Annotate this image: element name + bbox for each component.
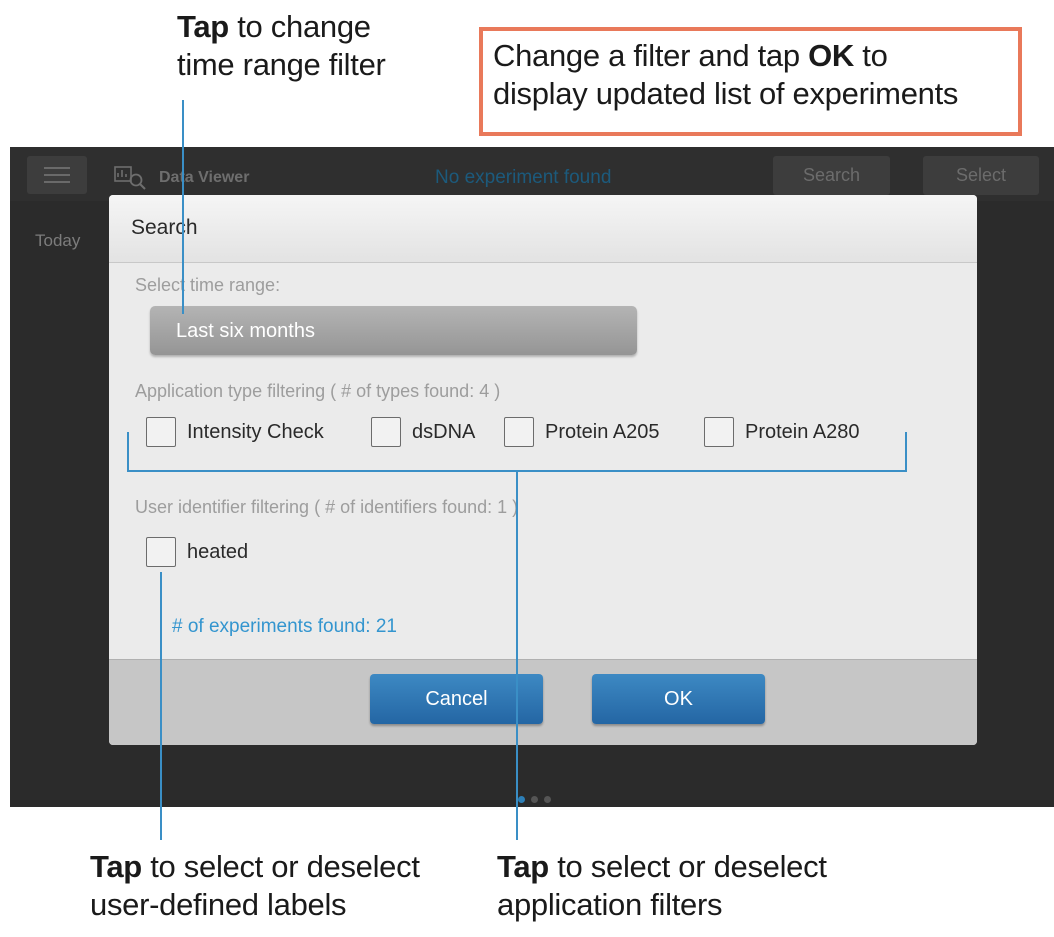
app-type-intensity-check[interactable]: Intensity Check (146, 417, 324, 447)
menu-icon (44, 167, 70, 169)
checkbox[interactable] (371, 417, 401, 447)
time-range-callout: Tap to change time range filter (177, 9, 386, 82)
time-range-leader-line (182, 100, 184, 314)
ok-callout-box: Change a filter and tap OK to display up… (479, 27, 1022, 136)
user-labels-callout: Tap to select or deselect user-defined l… (90, 849, 420, 922)
app-filter-leader-line (516, 470, 518, 840)
tablet-screen: Data Viewer No experiment found Search S… (10, 147, 1054, 807)
user-id-heated[interactable]: heated (146, 537, 248, 567)
checkbox[interactable] (504, 417, 534, 447)
user-filter-label: User identifier filtering ( # of identif… (135, 497, 519, 517)
today-label: Today (35, 231, 81, 250)
menu-button[interactable] (27, 156, 87, 194)
app-filters-callout: Tap to select or deselect application fi… (497, 849, 827, 922)
user-labels-leader-line (160, 572, 162, 840)
ok-callout-text: Change a filter and tap OK to display up… (493, 38, 959, 111)
select-button[interactable]: Select (923, 156, 1039, 195)
data-viewer-icon (114, 166, 146, 190)
ok-button[interactable]: OK (592, 674, 765, 724)
app-type-protein-a280[interactable]: Protein A280 (704, 417, 860, 447)
time-range-dropdown[interactable]: Last six months (150, 306, 637, 355)
dialog-title: Search (131, 216, 198, 239)
app-title: Data Viewer (159, 169, 250, 186)
dialog-footer: Cancel OK (109, 659, 977, 745)
experiments-found: # of experiments found: 21 (172, 616, 397, 637)
app-filter-bracket-left (127, 432, 129, 472)
checkbox[interactable] (146, 537, 176, 567)
page-indicator (518, 796, 551, 803)
app-type-protein-a205[interactable]: Protein A205 (504, 417, 660, 447)
app-type-dsdna[interactable]: dsDNA (371, 417, 475, 447)
time-range-value: Last six months (176, 320, 315, 342)
checkbox[interactable] (146, 417, 176, 447)
app-filter-bracket-right (905, 432, 907, 472)
dialog-header: Search (109, 195, 977, 263)
time-range-label: Select time range: (135, 275, 281, 295)
search-button[interactable]: Search (773, 156, 890, 195)
top-bar: Data Viewer No experiment found Search S… (10, 147, 1054, 201)
checkbox[interactable] (704, 417, 734, 447)
app-filter-label: Application type filtering ( # of types … (135, 381, 501, 401)
status-text: No experiment found (435, 167, 612, 188)
